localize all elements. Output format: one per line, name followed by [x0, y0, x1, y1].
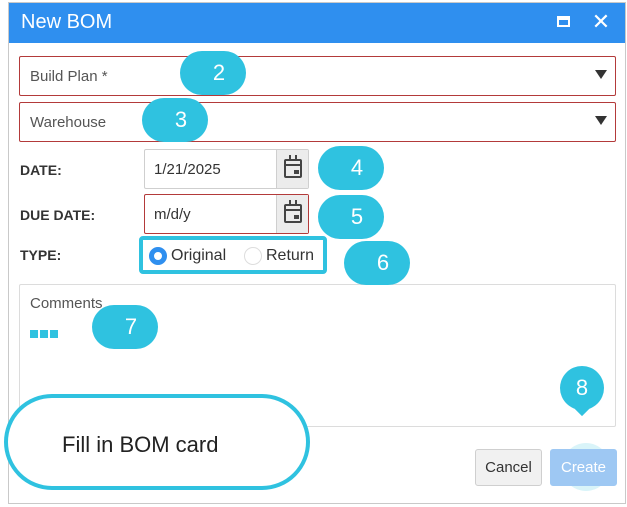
- caret-down-icon: [595, 116, 607, 125]
- instruction-text: Fill in BOM card: [62, 432, 219, 457]
- date-calendar-button[interactable]: [276, 150, 308, 188]
- step-8-badge: 8: [560, 366, 604, 410]
- date-value: 1/21/2025: [154, 161, 221, 178]
- maximize-icon[interactable]: [554, 12, 574, 32]
- type-label: TYPE:: [20, 247, 62, 263]
- warehouse-dropdown[interactable]: Warehouse: [19, 102, 616, 142]
- close-icon[interactable]: ✕: [591, 11, 611, 33]
- calendar-icon: [284, 155, 302, 178]
- instruction-tooltip: Fill in BOM card: [4, 394, 310, 490]
- calendar-icon: [284, 200, 302, 223]
- step-3-badge: 3: [142, 98, 208, 142]
- caret-down-icon: [595, 70, 607, 79]
- step-5-badge: 5: [318, 195, 384, 239]
- step-6-badge: 6: [344, 241, 410, 285]
- build-plan-dropdown[interactable]: Build Plan *: [19, 56, 616, 96]
- due-date-field[interactable]: m/d/y: [144, 194, 309, 234]
- step-2-badge: 2: [180, 51, 246, 95]
- comments-label: Comments: [30, 295, 103, 312]
- type-original-label: Original: [171, 247, 227, 264]
- date-label: DATE:: [20, 162, 62, 178]
- step-4-badge: 4: [318, 146, 384, 190]
- radio-unchecked-icon: [244, 247, 262, 265]
- type-radio-group: Original Return: [139, 236, 327, 274]
- due-date-placeholder: m/d/y: [154, 206, 191, 223]
- dialog-titlebar: New BOM ✕: [9, 3, 625, 43]
- radio-checked-icon: [149, 247, 167, 265]
- create-button[interactable]: Create: [550, 449, 617, 486]
- warehouse-label: Warehouse: [30, 114, 107, 131]
- dialog-title: New BOM: [21, 11, 113, 33]
- step-7-badge: 7: [92, 305, 158, 349]
- typing-indicator-icon: [30, 325, 60, 343]
- date-field[interactable]: 1/21/2025: [144, 149, 309, 189]
- type-return-label: Return: [266, 247, 315, 264]
- cancel-button[interactable]: Cancel: [475, 449, 542, 486]
- due-date-calendar-button[interactable]: [276, 195, 308, 233]
- build-plan-label: Build Plan *: [30, 68, 108, 85]
- due-date-label: DUE DATE:: [20, 207, 96, 223]
